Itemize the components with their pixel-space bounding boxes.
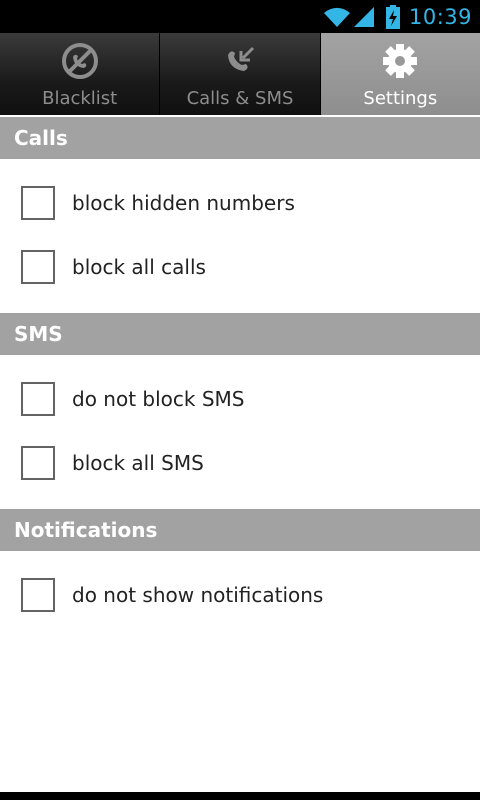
pref-label: block all SMS xyxy=(72,451,204,475)
tab-calls-sms[interactable]: Calls & SMS xyxy=(160,33,321,115)
section-header-sms: SMS xyxy=(0,313,480,355)
cell-signal-icon xyxy=(353,6,374,27)
section-header-calls: Calls xyxy=(0,117,480,159)
status-icons: 10:39 xyxy=(323,0,472,33)
blocked-call-icon xyxy=(61,43,98,79)
checkbox[interactable] xyxy=(21,186,55,220)
checkbox[interactable] xyxy=(21,250,55,284)
checkbox[interactable] xyxy=(21,578,55,612)
status-time: 10:39 xyxy=(408,4,472,29)
tab-bar: Blacklist Calls & SMS Settings xyxy=(0,33,480,115)
pref-label: do not block SMS xyxy=(72,387,245,411)
checkbox[interactable] xyxy=(21,382,55,416)
pref-block-hidden-numbers[interactable]: block hidden numbers xyxy=(0,171,480,235)
pref-block-all-sms[interactable]: block all SMS xyxy=(0,431,480,495)
pref-group-notifications: do not show notifications xyxy=(0,551,480,641)
tab-label: Blacklist xyxy=(42,88,118,109)
pref-group-calls: block hidden numbers block all calls xyxy=(0,159,480,313)
wifi-icon xyxy=(323,7,350,27)
pref-label: block hidden numbers xyxy=(72,191,295,215)
screen: 10:39 Blacklist Calls & SMS Settings Cal… xyxy=(0,0,480,800)
tab-label: Calls & SMS xyxy=(186,88,294,109)
checkbox[interactable] xyxy=(21,446,55,480)
incoming-call-icon xyxy=(227,46,255,71)
tab-blacklist[interactable]: Blacklist xyxy=(0,33,161,115)
pref-block-all-calls[interactable]: block all calls xyxy=(0,235,480,299)
battery-charging-icon xyxy=(385,4,400,29)
status-bar: 10:39 xyxy=(0,0,480,33)
pref-label: do not show notifications xyxy=(72,583,324,607)
tab-label: Settings xyxy=(363,88,438,109)
pref-label: block all calls xyxy=(72,255,206,279)
pref-group-sms: do not block SMS block all SMS xyxy=(0,355,480,509)
settings-list: Calls block hidden numbers block all cal… xyxy=(0,117,480,641)
pref-do-not-show-notifications[interactable]: do not show notifications xyxy=(0,563,480,627)
pref-do-not-block-sms[interactable]: do not block SMS xyxy=(0,367,480,431)
bottom-bar xyxy=(0,792,480,800)
gear-icon xyxy=(383,44,418,78)
section-header-notifications: Notifications xyxy=(0,509,480,551)
tab-settings[interactable]: Settings xyxy=(320,33,480,115)
